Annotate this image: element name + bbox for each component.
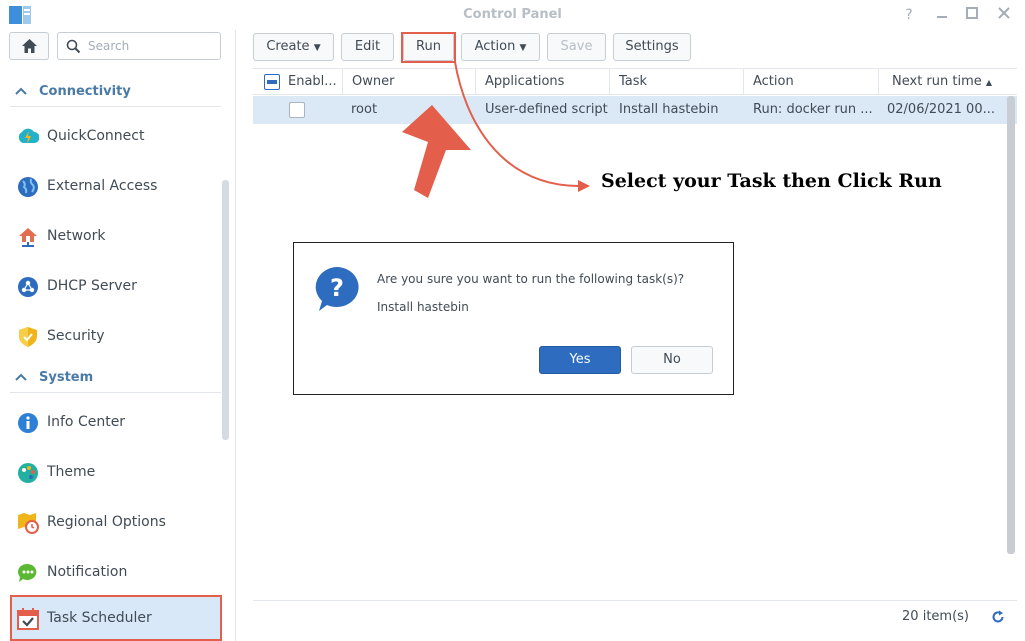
- clock-map-icon: [18, 513, 39, 534]
- settings-button[interactable]: Settings: [613, 33, 691, 61]
- sidebar-item-network[interactable]: Network: [10, 213, 222, 259]
- home-button[interactable]: [9, 32, 49, 60]
- caret-down-icon: ▼: [313, 43, 321, 53]
- caret-down-icon: ▼: [519, 43, 527, 53]
- grid-scrollbar[interactable]: [1007, 96, 1015, 554]
- sidebar-item-theme[interactable]: Theme: [10, 449, 222, 495]
- house-network-icon: [19, 228, 37, 247]
- annotation-text: Select your Task then Click Run: [601, 170, 942, 192]
- calendar-check-icon: [17, 608, 39, 630]
- column-applications[interactable]: Applications: [475, 69, 610, 95]
- column-task[interactable]: Task: [609, 69, 744, 95]
- item-count: 20 item(s): [902, 609, 969, 624]
- info-icon: [18, 413, 38, 433]
- refresh-icon[interactable]: [991, 610, 1005, 624]
- sidebar-item-external-access[interactable]: External Access: [10, 163, 222, 209]
- help-icon[interactable]: ?: [899, 5, 919, 25]
- sidebar-item-task-scheduler[interactable]: Task Scheduler: [10, 595, 222, 641]
- sidebar-item-dhcp-server[interactable]: DHCP Server: [10, 263, 222, 309]
- sidebar-item-quickconnect[interactable]: QuickConnect: [10, 113, 222, 159]
- cell-action: Run: docker run ...: [753, 102, 873, 117]
- home-icon: [22, 39, 37, 53]
- maximize-icon[interactable]: [962, 5, 982, 25]
- section-system[interactable]: System: [10, 367, 221, 393]
- confirm-dialog: ? Are you sure you want to run the follo…: [293, 242, 734, 395]
- search-placeholder: Search: [88, 39, 130, 53]
- cell-next-run: 02/06/2021 00...: [887, 102, 995, 117]
- chat-bubble-icon: [17, 563, 37, 582]
- column-next-run-time[interactable]: Next run time ▲: [878, 69, 1017, 95]
- column-action[interactable]: Action: [743, 69, 879, 95]
- palette-icon: [18, 463, 38, 483]
- dialog-message: Are you sure you want to run the followi…: [377, 272, 685, 286]
- task-grid-header: Enabl... Owner Applications Task Action …: [253, 68, 1017, 95]
- dialog-task-name: Install hastebin: [377, 300, 469, 314]
- dhcp-icon: [18, 277, 38, 297]
- grid-footer: 20 item(s): [253, 600, 1017, 632]
- column-owner[interactable]: Owner: [342, 69, 476, 95]
- table-row[interactable]: root User-defined script Install hastebi…: [253, 96, 1017, 124]
- section-connectivity[interactable]: Connectivity: [10, 81, 221, 107]
- question-icon: ?: [315, 267, 359, 311]
- search-input[interactable]: Search: [57, 32, 221, 60]
- quickconnect-icon: [18, 128, 39, 144]
- title-bar: Control Panel ?: [0, 0, 1025, 30]
- sidebar-scrollbar[interactable]: [222, 180, 229, 440]
- annotation-arrowhead: [578, 180, 590, 192]
- sidebar-item-notification[interactable]: Notification: [10, 549, 222, 595]
- cell-task: Install hastebin: [619, 102, 719, 117]
- cell-application: User-defined script: [485, 102, 608, 117]
- create-button[interactable]: Create ▼: [253, 33, 334, 61]
- sort-ascending-icon: ▲: [985, 78, 993, 87]
- yes-button[interactable]: Yes: [539, 346, 621, 374]
- search-icon: [66, 39, 81, 54]
- indeterminate-icon: [267, 80, 277, 84]
- chevron-up-icon: [15, 373, 27, 381]
- row-enabled-checkbox[interactable]: [289, 102, 305, 118]
- sidebar-item-regional-options[interactable]: Regional Options: [10, 499, 222, 545]
- action-button[interactable]: Action ▼: [461, 33, 540, 61]
- shield-icon: [19, 327, 37, 347]
- minimize-icon[interactable]: [932, 5, 952, 25]
- window-title: Control Panel: [463, 7, 562, 22]
- cell-owner: root: [351, 102, 378, 117]
- chevron-up-icon: [15, 87, 27, 95]
- run-button-highlight: [401, 32, 456, 63]
- close-icon[interactable]: [994, 5, 1014, 25]
- sidebar: Search Connectivity QuickConnect Externa…: [0, 30, 236, 641]
- svg-text:?: ?: [330, 274, 344, 302]
- no-button[interactable]: No: [631, 346, 713, 374]
- edit-button[interactable]: Edit: [341, 33, 394, 61]
- save-button[interactable]: Save: [547, 33, 606, 61]
- select-all-checkbox[interactable]: [264, 74, 280, 90]
- sidebar-item-info-center[interactable]: Info Center: [10, 399, 222, 445]
- globe-icon: [18, 177, 38, 197]
- sidebar-item-security[interactable]: Security: [10, 313, 222, 359]
